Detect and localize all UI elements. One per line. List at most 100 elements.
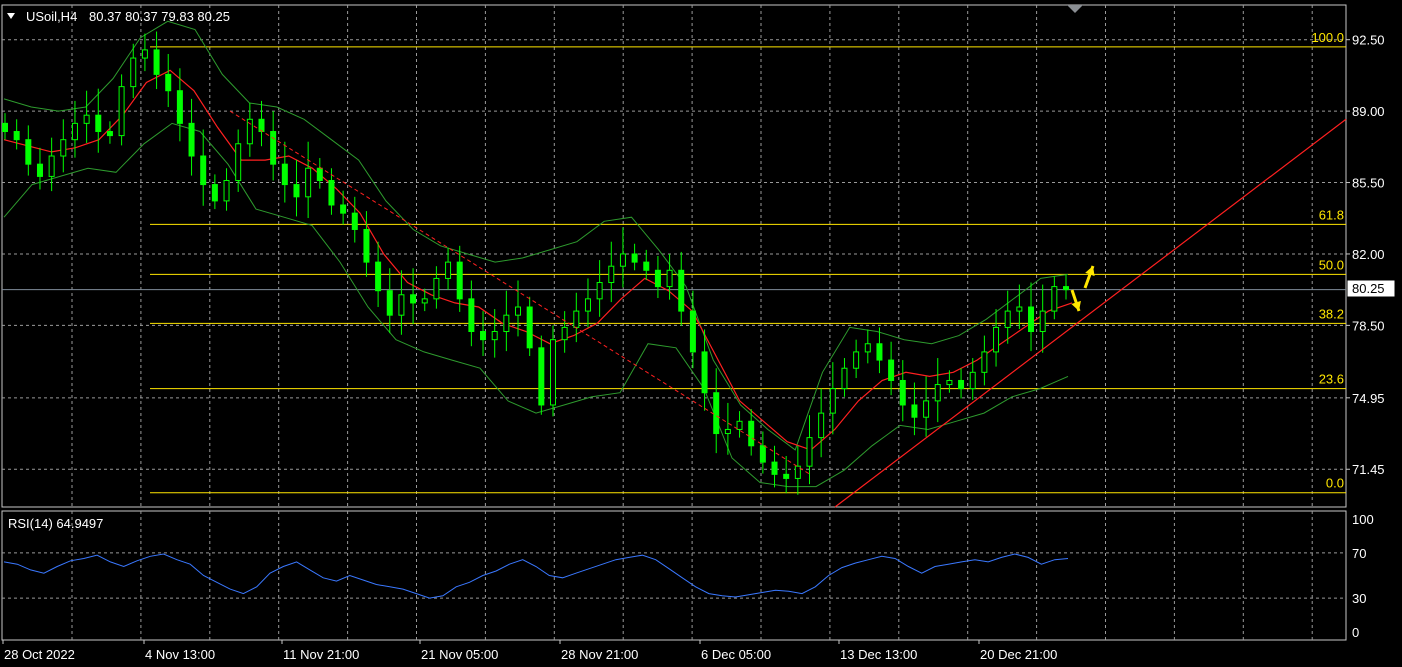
candle-body <box>468 298 475 333</box>
time-tick-label: 13 Dec 13:00 <box>840 647 917 662</box>
candle-body <box>421 298 428 304</box>
candle-body <box>876 343 883 361</box>
candle-body <box>270 131 277 165</box>
candle-body <box>771 461 778 475</box>
time-tick-label: 6 Dec 05:00 <box>701 647 771 662</box>
candle-body <box>83 114 90 124</box>
candle-body <box>538 347 545 406</box>
time-tick-label: 4 Nov 13:00 <box>145 647 215 662</box>
ohlc-values: 80.37 80.37 79.83 80.25 <box>89 9 230 24</box>
candle-body <box>1051 286 1058 312</box>
price-tick-label: 74.95 <box>1352 391 1385 406</box>
candle-body <box>946 379 953 386</box>
candle-body <box>829 388 836 414</box>
candle-body <box>1039 310 1046 333</box>
rsi-tick-label: 70 <box>1352 546 1366 561</box>
candle-body <box>386 290 393 316</box>
candle-body <box>818 412 825 439</box>
candle-body <box>398 294 405 316</box>
price-tick-label: 92.50 <box>1352 33 1385 48</box>
candle-body <box>410 294 417 304</box>
candle-body <box>783 473 790 479</box>
candle-body <box>1004 310 1011 328</box>
candle-body <box>515 306 522 316</box>
candle-body <box>934 384 941 402</box>
candle-body <box>176 90 183 124</box>
candle-body <box>491 331 498 341</box>
candle-body <box>1028 306 1035 333</box>
candle-body <box>888 359 895 381</box>
candle-body <box>713 392 720 435</box>
fib-level-label: 38.2 <box>1319 306 1344 321</box>
candle-body <box>654 269 661 288</box>
candle-body <box>619 253 626 267</box>
price-tick-label: 85.50 <box>1352 176 1385 191</box>
price-tick-label: 89.00 <box>1352 104 1385 119</box>
symbol-label: USoil,H4 <box>26 9 77 24</box>
candle-body <box>433 277 440 300</box>
candle-body <box>911 404 918 418</box>
time-tick-label: 28 Oct 2022 <box>4 647 75 662</box>
candle-body <box>223 179 230 202</box>
candle-body <box>561 326 568 341</box>
candle-body <box>596 282 603 300</box>
candle-body <box>211 184 218 202</box>
candle-body <box>375 261 382 292</box>
candle-body <box>923 400 930 418</box>
candle-body <box>1016 306 1023 312</box>
candle-body <box>351 212 358 230</box>
candle-body <box>13 131 20 141</box>
fib-level-label: 23.6 <box>1319 372 1344 387</box>
candle-body <box>305 167 312 198</box>
candle-body <box>200 155 207 186</box>
candle-body <box>281 163 288 186</box>
candle-body <box>130 57 137 88</box>
candle-body <box>316 167 323 181</box>
candle-body <box>549 339 556 406</box>
time-tick-label: 20 Dec 21:00 <box>980 647 1057 662</box>
trading-chart[interactable]: 100.0 61.8 50.0 38.2 23.6 0.0 92.50 89.00 85.50… <box>0 0 1402 662</box>
candle-body <box>981 351 988 373</box>
candle-body <box>584 298 591 312</box>
candle-body <box>456 261 463 300</box>
candle-body <box>689 310 696 353</box>
candle-body <box>736 420 743 430</box>
candle-body <box>1063 286 1069 291</box>
candle-body <box>293 184 300 198</box>
candle-body <box>643 261 650 271</box>
price-tick-label: 71.45 <box>1352 462 1385 477</box>
candle-body <box>188 122 195 157</box>
rsi-tick-label: 0 <box>1352 625 1359 640</box>
candle-body <box>701 351 708 394</box>
candle-body <box>899 379 906 406</box>
candle-body <box>36 163 43 177</box>
candle-body <box>608 265 615 284</box>
candle-body <box>958 379 965 390</box>
candle-body <box>165 73 172 92</box>
rsi-tick-label: 30 <box>1352 591 1366 606</box>
candle-body <box>631 253 638 263</box>
time-tick-label: 28 Nov 21:00 <box>561 647 638 662</box>
rsi-tick-label: 100 <box>1352 512 1374 527</box>
chart-canvas[interactable]: 100.0 61.8 50.0 38.2 23.6 0.0 92.50 89.00 85.50… <box>0 0 1402 662</box>
candle-body <box>2 122 8 133</box>
candle-body <box>445 261 452 279</box>
time-tick-label: 11 Nov 21:00 <box>283 647 359 662</box>
candle-body <box>573 310 580 328</box>
candle-body <box>748 420 755 447</box>
fib-level-label: 50.0 <box>1319 257 1344 272</box>
candle-body <box>118 86 125 137</box>
candle-body <box>969 371 976 390</box>
candle-body <box>806 437 813 467</box>
candle-body <box>25 139 32 165</box>
candle-body <box>328 179 335 206</box>
candle-body <box>993 326 1000 353</box>
fib-level-label: 100.0 <box>1311 30 1344 45</box>
candle-body <box>864 343 871 353</box>
candle-body <box>759 445 766 463</box>
candle-body <box>141 49 148 59</box>
candle-body <box>71 122 78 141</box>
price-tick-label: 78.50 <box>1352 318 1385 333</box>
candle-body <box>853 351 860 369</box>
candle-body <box>666 269 673 288</box>
